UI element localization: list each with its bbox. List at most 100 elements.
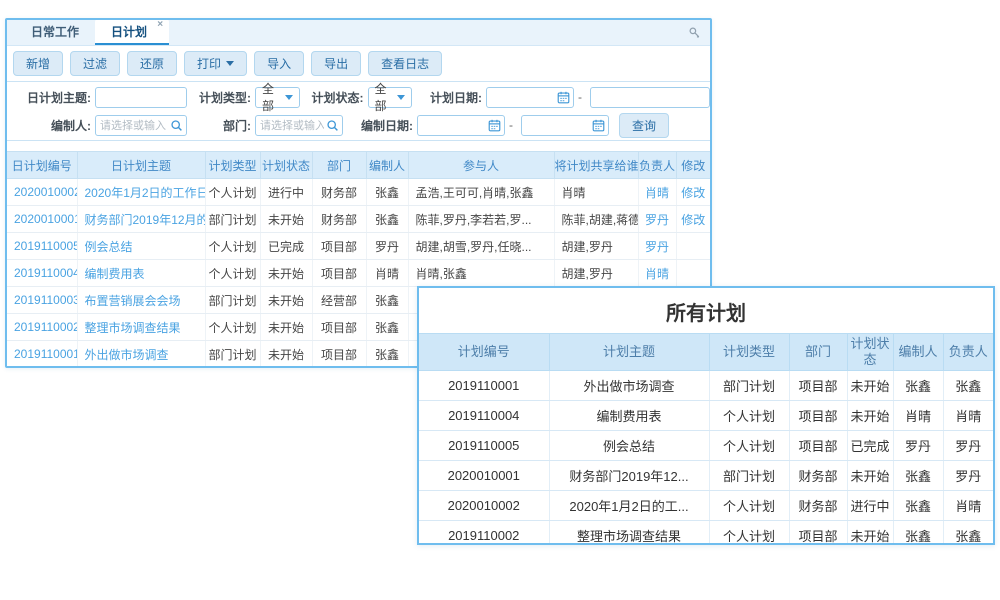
cell-text: 2019110004 xyxy=(448,408,519,423)
column-header[interactable]: 部门 xyxy=(312,152,366,179)
cell-link[interactable]: 外出做市场调查 xyxy=(85,348,169,362)
cell-text: 2019110005 xyxy=(448,438,519,453)
plan-type-select[interactable]: 全部 xyxy=(255,87,300,108)
column-header[interactable]: 计划类型 xyxy=(205,152,260,179)
table-cell: 未开始 xyxy=(260,287,312,314)
cell-link[interactable]: 2020010002 xyxy=(14,185,77,199)
table-cell: 未开始 xyxy=(847,371,893,401)
plan-date-start-input[interactable] xyxy=(486,87,574,108)
table-cell: 项目部 xyxy=(312,260,366,287)
plan-status-label: 计划状态: xyxy=(308,89,364,106)
table-cell: 编制费用表 xyxy=(77,260,205,287)
table-cell: 未开始 xyxy=(260,206,312,233)
table-cell: 财务部 xyxy=(789,461,847,491)
plan-subject-input[interactable] xyxy=(95,87,187,108)
create-date-start-input[interactable] xyxy=(417,115,505,136)
cell-link[interactable]: 2020010001 xyxy=(14,212,77,226)
column-header[interactable]: 参与人 xyxy=(408,152,554,179)
table-cell: 财务部门2019年12... xyxy=(549,461,709,491)
column-header[interactable]: 日计划主题 xyxy=(77,152,205,179)
cell-text: 张鑫 xyxy=(375,348,399,362)
cell-text: 孟浩,王可可,肖晴,张鑫 xyxy=(416,186,534,200)
create-date-label: 编制日期: xyxy=(351,117,413,134)
cell-text: 肖晴 xyxy=(955,409,981,424)
table-row: 2019110002整理市场调查结果个人计划项目部未开始张鑫张鑫 xyxy=(419,521,993,546)
cell-text: 进行中 xyxy=(268,186,304,200)
cell-text: 项目部 xyxy=(321,348,357,362)
cell-link[interactable]: 2019110001 xyxy=(14,347,77,361)
table-cell: 未开始 xyxy=(260,314,312,341)
print-button[interactable]: 打印 xyxy=(184,51,247,76)
column-header: 部门 xyxy=(789,334,847,371)
cell-text: 个人计划 xyxy=(208,321,256,335)
table-cell xyxy=(676,233,710,260)
table-cell: 项目部 xyxy=(789,431,847,461)
table-cell: 修改 xyxy=(676,179,710,206)
column-header[interactable]: 编制人 xyxy=(366,152,408,179)
cell-link[interactable]: 布置营销展会会场 xyxy=(85,294,181,308)
department-label: 部门: xyxy=(195,117,251,134)
table-cell: 2020010001 xyxy=(7,206,77,233)
tab-daily-work[interactable]: 日常工作 xyxy=(15,19,95,45)
import-button[interactable]: 导入 xyxy=(254,51,304,76)
cell-text: 未开始 xyxy=(850,529,889,544)
tab-daily-plan[interactable]: 日计划 × xyxy=(95,19,169,45)
column-header[interactable]: 计划状态 xyxy=(260,152,312,179)
cell-link[interactable]: 2019110002 xyxy=(14,320,77,334)
search-button[interactable]: 查询 xyxy=(619,113,669,138)
table-cell: 未开始 xyxy=(847,401,893,431)
cell-text: 进行中 xyxy=(850,499,889,514)
cell-link[interactable]: 肖晴 xyxy=(645,267,669,281)
table-cell: 罗丹 xyxy=(943,461,993,491)
restore-button[interactable]: 还原 xyxy=(127,51,177,76)
cell-link[interactable]: 2019110004 xyxy=(14,266,77,280)
tab-bar: 日常工作 日计划 × xyxy=(7,20,710,46)
plan-date-end-input[interactable] xyxy=(590,87,710,108)
table-row: 2019110005例会总结个人计划已完成项目部罗丹胡建,胡雪,罗丹,任晓...… xyxy=(7,233,710,260)
cell-text: 项目部 xyxy=(321,267,357,281)
column-header: 计划编号 xyxy=(419,334,549,371)
chevron-down-icon xyxy=(226,61,234,66)
cell-text: 2019110002 xyxy=(448,528,519,543)
cell-text: 个人计划 xyxy=(208,186,256,200)
cell-text: 肖晴 xyxy=(905,409,931,424)
close-icon[interactable]: × xyxy=(157,19,163,31)
cell-link[interactable]: 例会总结 xyxy=(85,240,133,254)
table-cell: 财务部门2019年12月的... xyxy=(77,206,205,233)
table-cell: 张鑫 xyxy=(366,341,408,368)
department-picker-input[interactable] xyxy=(255,115,343,136)
cell-link[interactable]: 肖晴 xyxy=(645,186,669,200)
cell-link[interactable]: 修改 xyxy=(681,186,705,200)
table-cell: 经营部 xyxy=(312,287,366,314)
cell-link[interactable]: 修改 xyxy=(681,213,705,227)
create-date-end-input[interactable] xyxy=(521,115,609,136)
creator-picker-input[interactable] xyxy=(95,115,187,136)
cell-text: 2020010002 xyxy=(448,498,520,513)
cell-link[interactable]: 2019110005 xyxy=(14,239,77,253)
cell-text: 外出做市场调查 xyxy=(583,379,674,394)
column-header: 编制人 xyxy=(893,334,943,371)
cell-link[interactable]: 2019110003 xyxy=(14,293,77,307)
cell-link[interactable]: 整理市场调查结果 xyxy=(85,321,181,335)
column-header[interactable]: 将计划共享给谁 xyxy=(554,152,638,179)
cell-link[interactable]: 罗丹 xyxy=(645,240,669,254)
cell-text: 张鑫 xyxy=(375,213,399,227)
add-button[interactable]: 新增 xyxy=(13,51,63,76)
column-header[interactable]: 负责人 xyxy=(638,152,676,179)
filter-button[interactable]: 过滤 xyxy=(70,51,120,76)
filter-row-2: 编制人: 部门: 编制日期: - 查询 xyxy=(7,111,710,139)
cell-link[interactable]: 2020年1月2日的工作日... xyxy=(85,186,206,200)
export-button[interactable]: 导出 xyxy=(311,51,361,76)
plan-status-select[interactable]: 全部 xyxy=(368,87,413,108)
cell-link[interactable]: 罗丹 xyxy=(645,213,669,227)
column-header[interactable]: 日计划编号 xyxy=(7,152,77,179)
column-header[interactable]: 修改 xyxy=(676,152,710,179)
table-cell: 项目部 xyxy=(312,341,366,368)
cell-link[interactable]: 编制费用表 xyxy=(85,267,145,281)
cell-text: 肖晴,张鑫 xyxy=(416,267,467,281)
cell-link[interactable]: 财务部门2019年12月的... xyxy=(85,213,206,227)
table-cell: 肖晴 xyxy=(638,260,676,287)
view-log-button[interactable]: 查看日志 xyxy=(368,51,442,76)
table-cell: 张鑫 xyxy=(943,371,993,401)
key-icon[interactable] xyxy=(688,26,701,44)
